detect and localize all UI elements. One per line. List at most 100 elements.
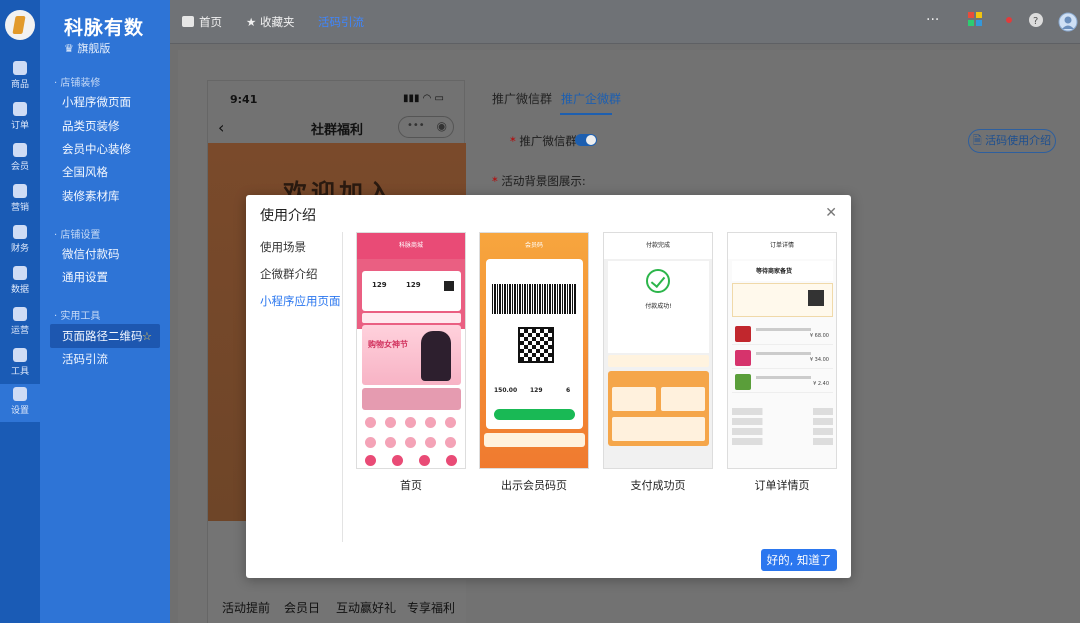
tab-wecom-group[interactable]: 推广企微群 bbox=[561, 90, 621, 107]
product-icon bbox=[13, 61, 27, 75]
sidebar-item-member-center[interactable]: 会员中心装修 bbox=[50, 137, 160, 161]
help-icon[interactable]: ? bbox=[1028, 12, 1046, 30]
modal-menu-scenario[interactable]: 使用场景 bbox=[260, 239, 306, 255]
active-tab-indicator bbox=[560, 113, 612, 115]
sidebar-item-live-code[interactable]: 活码引流 bbox=[50, 347, 160, 371]
help-intro-button[interactable]: 🗎 活码使用介绍 bbox=[968, 129, 1056, 153]
phone-tab[interactable]: 互动赢好礼 bbox=[336, 599, 396, 616]
close-icon[interactable]: ✕ bbox=[825, 205, 837, 221]
sidebar-item-micro-page[interactable]: 小程序微页面 bbox=[50, 90, 160, 114]
tools-icon bbox=[13, 348, 27, 362]
barcode-image bbox=[492, 284, 577, 314]
breadcrumb-home[interactable]: 首页 bbox=[182, 14, 222, 30]
thumb-bar-title: 订单详情 bbox=[728, 233, 836, 259]
field-group-label: * 推广微信群: bbox=[510, 134, 581, 148]
rail-item-finance[interactable]: 财务 bbox=[0, 222, 40, 260]
rail-item-data[interactable]: 数据 bbox=[0, 263, 40, 301]
sidebar: 科脉有数 ♛ 旗舰版 · 店铺装修 小程序微页面 品类页装修 会员中心装修 全国… bbox=[40, 0, 170, 623]
modal-menu-wecom[interactable]: 企微群介绍 bbox=[260, 266, 318, 282]
field-bg-label: * 活动背景图展示: bbox=[492, 174, 586, 188]
sidebar-section-title: · 店铺设置 bbox=[54, 230, 101, 241]
thumb-stat: 129 bbox=[372, 281, 387, 289]
promo-text: 购物女神节 bbox=[368, 340, 408, 349]
rail-item-product[interactable]: 商品 bbox=[0, 58, 40, 96]
usage-intro-modal: 使用介绍 ✕ 使用场景 企微群介绍 小程序应用页面 科脉商城 129 129 购… bbox=[246, 195, 851, 578]
rail-item-member[interactable]: 会员 bbox=[0, 140, 40, 178]
notification-dot-icon[interactable] bbox=[1006, 12, 1024, 30]
icon-rail: 商品 订单 会员 营销 财务 数据 运营 工具 设置 bbox=[0, 0, 40, 623]
sidebar-section-title: · 店铺装修 bbox=[54, 78, 101, 89]
thumb-caption: 首页 bbox=[400, 479, 422, 492]
rail-item-marketing[interactable]: 营销 bbox=[0, 181, 40, 219]
breadcrumb-favorites[interactable]: ★ 收藏夹 bbox=[246, 14, 294, 30]
rail-item-order[interactable]: 订单 bbox=[0, 99, 40, 137]
avatar[interactable] bbox=[1058, 12, 1078, 32]
thumb-head-text: 等待商家备货 bbox=[756, 268, 793, 275]
thumb-bar-title: 付款完成 bbox=[604, 233, 712, 259]
thumb-price: ¥ 34.00 bbox=[809, 357, 829, 363]
phone-nav: ‹ 社群福利 ••• ◉ bbox=[208, 113, 466, 143]
rail-item-settings[interactable]: 设置 bbox=[0, 384, 40, 422]
modal-menu-pages[interactable]: 小程序应用页面 bbox=[260, 293, 341, 309]
thumb-ok-text: 付款成功! bbox=[645, 303, 672, 310]
apps-icon[interactable] bbox=[968, 12, 986, 30]
rail-item-operation[interactable]: 运营 bbox=[0, 304, 40, 342]
thumb-card: 129 129 bbox=[362, 271, 461, 311]
phone-signal-icon: ▮▮▮ ◠ ▭ bbox=[402, 93, 444, 104]
phone-tab[interactable]: 会员日 bbox=[284, 599, 320, 616]
app-logo[interactable] bbox=[5, 10, 35, 40]
doc-icon: 🗎 bbox=[972, 134, 986, 147]
group-toggle[interactable] bbox=[575, 134, 597, 146]
phone-tab[interactable]: 活动提前 bbox=[222, 599, 270, 616]
breadcrumb-current[interactable]: 活码引流 bbox=[318, 14, 364, 30]
thumb-stat: 6 bbox=[566, 387, 571, 394]
phone-time: 9:41 bbox=[230, 93, 258, 106]
sidebar-item-wechat-pay-code[interactable]: 微信付款码 bbox=[50, 242, 160, 266]
thumb-stat: 150.00 bbox=[494, 387, 518, 394]
sidebar-item-material[interactable]: 装修素材库 bbox=[50, 184, 160, 208]
operation-icon bbox=[13, 307, 27, 321]
marketing-icon bbox=[13, 184, 27, 198]
close-icon: ◉ bbox=[436, 119, 447, 133]
thumb-promo: 购物女神节 bbox=[362, 325, 461, 385]
more-icon[interactable]: ··· bbox=[926, 12, 944, 30]
thumb-home: 科脉商城 129 129 购物女神节 bbox=[356, 232, 466, 469]
thumb-card: 150.00 129 6 bbox=[486, 259, 583, 429]
more-icon: ••• bbox=[407, 120, 425, 131]
sidebar-section-title: · 实用工具 bbox=[54, 311, 101, 322]
thumb-bar-title: 科脉商城 bbox=[357, 233, 465, 259]
star-icon[interactable]: ☆ bbox=[142, 324, 152, 348]
sidebar-item-page-qrcode[interactable]: 页面路径二维码 ☆ bbox=[50, 324, 160, 348]
sidebar-item-category-page[interactable]: 品类页装修 bbox=[50, 114, 160, 138]
thumb-head: 等待商家备货 bbox=[732, 261, 833, 281]
member-icon bbox=[13, 143, 27, 157]
qrcode-image bbox=[518, 327, 554, 363]
top-bar: 首页 ★ 收藏夹 活码引流 ··· ? bbox=[170, 0, 1080, 44]
edition-badge: ♛ 旗舰版 bbox=[64, 42, 111, 55]
thumb-caption: 订单详情页 bbox=[754, 479, 810, 492]
thumb-stat: 129 bbox=[530, 387, 543, 394]
thumb-pay-button bbox=[494, 409, 575, 420]
rail-item-tools[interactable]: 工具 bbox=[0, 345, 40, 383]
thumb-order-detail: 订单详情 等待商家备货 ¥ 68.00 ¥ 34.00 ¥ 2.40 bbox=[727, 232, 837, 469]
finance-icon bbox=[13, 225, 27, 239]
thumb-price: ¥ 68.00 bbox=[809, 333, 829, 339]
mini-program-capsule[interactable]: ••• ◉ bbox=[398, 116, 454, 138]
thumb-price: ¥ 2.40 bbox=[813, 381, 829, 387]
svg-text:?: ? bbox=[1033, 16, 1038, 27]
sidebar-item-global-style[interactable]: 全国风格 bbox=[50, 160, 160, 184]
modal-divider bbox=[342, 232, 343, 542]
brand-name: 科脉有数 bbox=[64, 17, 145, 39]
star-icon: ★ bbox=[246, 15, 260, 29]
thumb-coupon-area bbox=[608, 371, 709, 446]
tab-wechat-group[interactable]: 推广微信群 bbox=[492, 90, 552, 107]
crown-icon: ♛ bbox=[64, 42, 78, 55]
thumb-bar-title: 会员码 bbox=[524, 242, 543, 249]
phone-tab[interactable]: 专享福利 bbox=[407, 599, 455, 616]
ok-button[interactable]: 好的, 知道了 bbox=[761, 549, 837, 571]
thumb-caption: 支付成功页 bbox=[630, 479, 686, 492]
thumb-stat: 129 bbox=[406, 281, 421, 289]
thumb-member-code: 会员码 150.00 129 6 bbox=[479, 232, 589, 469]
gear-icon bbox=[13, 387, 27, 401]
sidebar-item-general-settings[interactable]: 通用设置 bbox=[50, 265, 160, 289]
